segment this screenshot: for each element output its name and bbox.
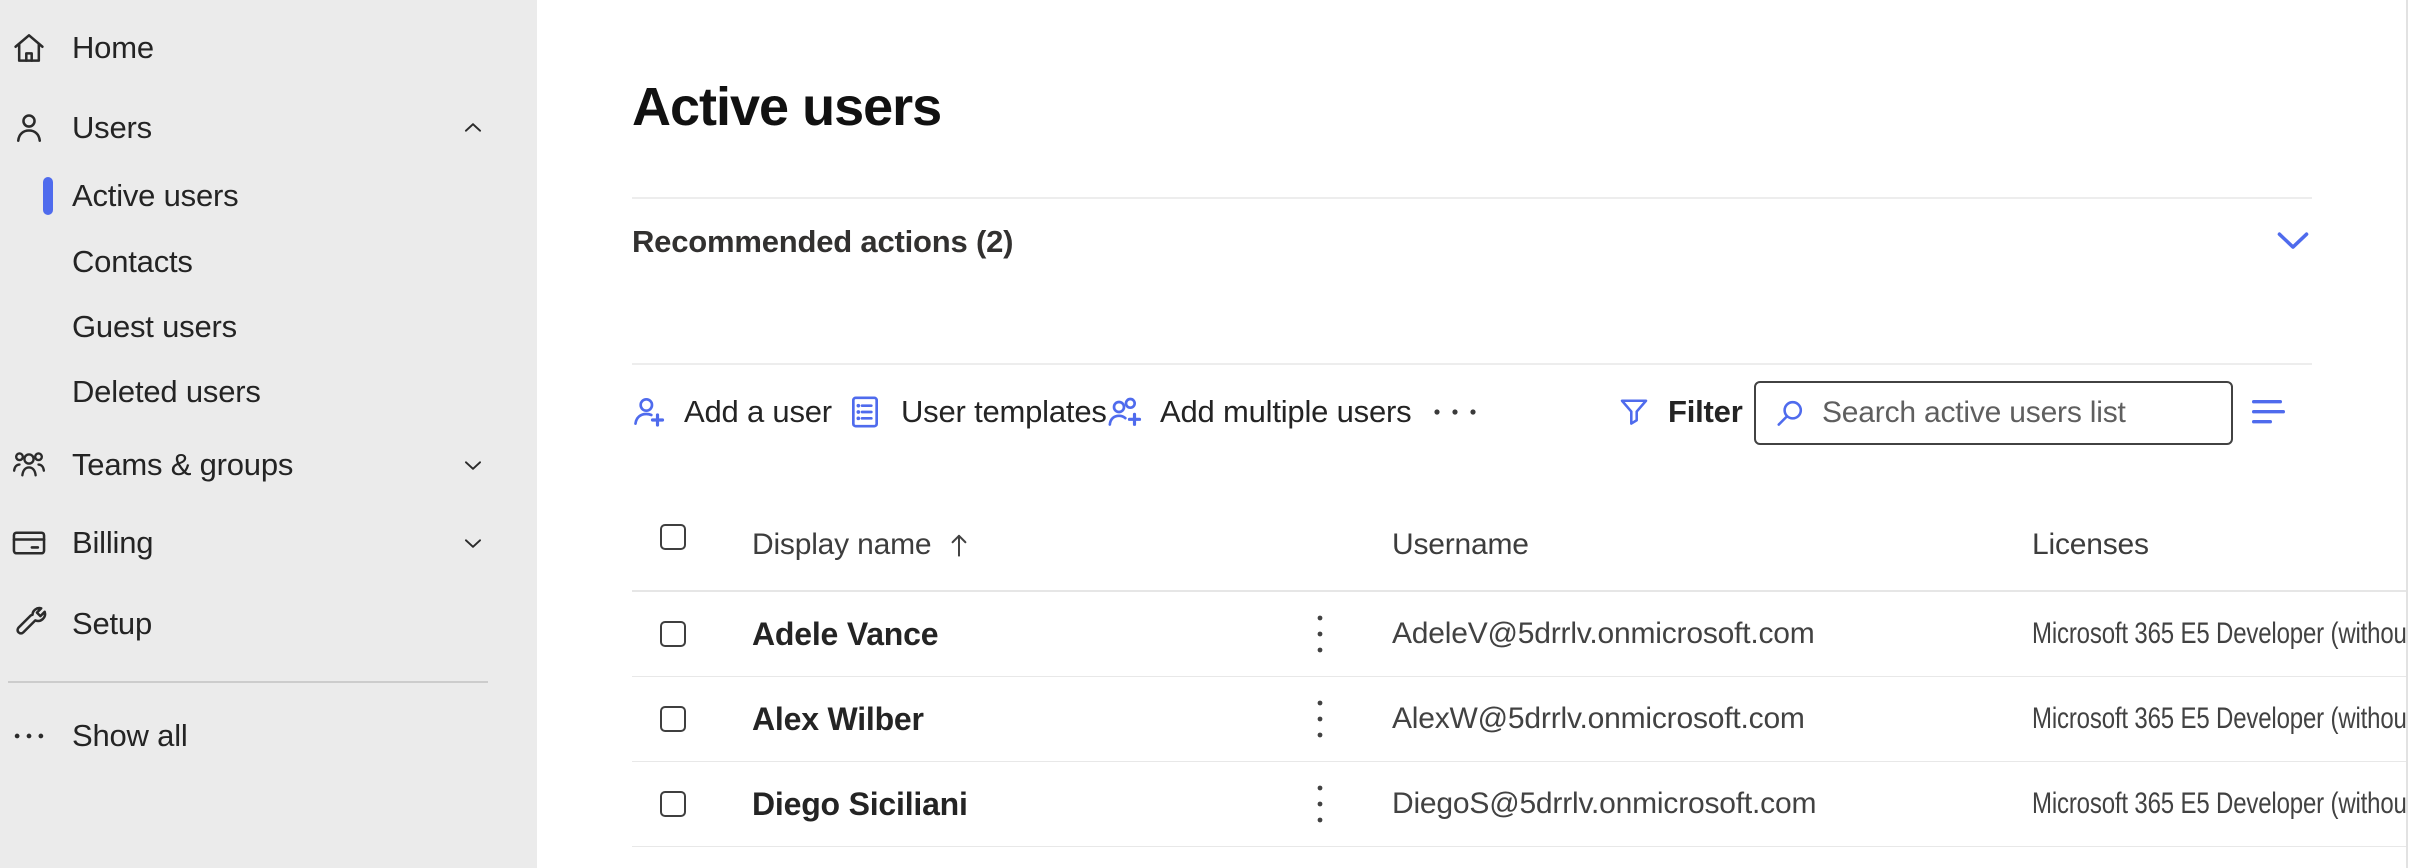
active-users-table: Display name Username Licenses Adele Van… <box>632 500 2408 847</box>
user-templates-button[interactable]: User templates <box>845 380 1107 444</box>
chevron-down-icon <box>460 452 486 478</box>
row-more-actions-icon[interactable] <box>1304 592 1336 676</box>
sidebar-item-guest-users[interactable]: Guest users <box>0 296 537 358</box>
credit-card-icon <box>10 524 48 562</box>
user-licenses: Microsoft 365 E5 Developer (withou <box>2032 677 2406 761</box>
sidebar-item-setup[interactable]: Setup <box>0 593 537 655</box>
search-box <box>1754 381 2233 445</box>
row-more-actions-icon[interactable] <box>1304 762 1336 846</box>
toolbar-overflow-button[interactable] <box>1428 380 1482 444</box>
column-header-licenses[interactable]: Licenses <box>2032 500 2149 590</box>
user-templates-label: User templates <box>901 394 1107 430</box>
template-list-icon <box>845 392 885 432</box>
add-user-button[interactable]: Add a user <box>628 380 832 444</box>
table-row: Alex Wilber AlexW@5drrlv.onmicrosoft.com… <box>632 677 2408 762</box>
add-multiple-users-label: Add multiple users <box>1160 394 1411 430</box>
sidebar-item-contacts[interactable]: Contacts <box>0 231 537 293</box>
table-row: Adele Vance AdeleV@5drrlv.onmicrosoft.co… <box>632 592 2408 677</box>
row-more-actions-icon[interactable] <box>1304 677 1336 761</box>
row-checkbox[interactable] <box>660 791 686 817</box>
sidebar-item-label: Home <box>72 30 154 66</box>
sidebar-item-label: Show all <box>72 718 188 754</box>
sidebar-item-show-all[interactable]: Show all <box>0 705 537 767</box>
column-header-username[interactable]: Username <box>1392 500 1529 590</box>
filter-label: Filter <box>1668 394 1743 430</box>
chevron-up-icon <box>460 115 486 141</box>
row-checkbox[interactable] <box>660 706 686 732</box>
sidebar-item-home[interactable]: Home <box>0 17 537 79</box>
sidebar: Home Users Active users Contacts Guest u <box>0 0 537 868</box>
sidebar-item-users[interactable]: Users <box>0 97 537 159</box>
m365-admin-active-users-screen: Home Users Active users Contacts Guest u <box>0 0 2412 868</box>
sidebar-item-label: Contacts <box>72 244 193 280</box>
sidebar-divider <box>8 681 488 683</box>
sidebar-item-label: Teams & groups <box>72 447 293 483</box>
user-display-name[interactable]: Alex Wilber <box>752 677 924 761</box>
sidebar-item-billing[interactable]: Billing <box>0 512 537 574</box>
sidebar-item-active-users[interactable]: Active users <box>0 165 537 227</box>
licenses-header-label: Licenses <box>2032 528 2149 562</box>
add-multiple-users-button[interactable]: Add multiple users <box>1104 380 1411 444</box>
ellipsis-icon <box>10 717 48 755</box>
page-title: Active users <box>632 76 941 138</box>
display-name-header-label: Display name <box>752 528 931 562</box>
sidebar-item-label: Billing <box>72 525 153 561</box>
home-icon <box>10 29 48 67</box>
row-checkbox[interactable] <box>660 621 686 647</box>
list-options-icon[interactable] <box>2250 393 2292 431</box>
chevron-down-icon <box>460 530 486 556</box>
table-header-row: Display name Username Licenses <box>632 500 2408 592</box>
section-divider <box>632 363 2312 365</box>
table-row: Diego Siciliani DiegoS@5drrlv.onmicrosof… <box>632 762 2408 847</box>
sidebar-item-label: Deleted users <box>72 374 261 410</box>
people-add-icon <box>1104 392 1144 432</box>
person-icon <box>10 109 48 147</box>
filter-button[interactable]: Filter <box>1616 380 1743 444</box>
user-username: AlexW@5drrlv.onmicrosoft.com <box>1392 677 1805 761</box>
person-add-icon <box>628 392 668 432</box>
user-display-name[interactable]: Adele Vance <box>752 592 938 676</box>
user-username: AdeleV@5drrlv.onmicrosoft.com <box>1392 592 1815 676</box>
filter-funnel-icon <box>1616 394 1652 430</box>
add-user-label: Add a user <box>684 394 832 430</box>
user-username: DiegoS@5drrlv.onmicrosoft.com <box>1392 762 1816 846</box>
sidebar-item-label: Users <box>72 110 152 146</box>
select-all-checkbox[interactable] <box>660 524 686 550</box>
sidebar-item-teams-groups[interactable]: Teams & groups <box>0 434 537 496</box>
wrench-icon <box>10 605 48 643</box>
search-icon <box>1772 395 1808 431</box>
sidebar-item-label: Active users <box>72 178 238 214</box>
section-divider <box>632 197 2312 199</box>
scroll-edge-divider <box>2406 0 2408 868</box>
column-header-display-name[interactable]: Display name <box>752 500 973 590</box>
user-licenses: Microsoft 365 E5 Developer (withou <box>2032 762 2406 846</box>
search-input[interactable] <box>1820 395 2204 431</box>
username-header-label: Username <box>1392 528 1529 562</box>
recommended-actions-heading: Recommended actions (2) <box>632 224 1013 260</box>
sort-ascending-icon <box>945 530 973 560</box>
user-display-name[interactable]: Diego Siciliani <box>752 762 968 846</box>
sidebar-item-deleted-users[interactable]: Deleted users <box>0 361 537 423</box>
sidebar-item-label: Setup <box>72 606 152 642</box>
people-icon <box>10 446 48 484</box>
sidebar-item-label: Guest users <box>72 309 237 345</box>
more-horizontal-icon <box>1429 402 1481 422</box>
user-licenses: Microsoft 365 E5 Developer (withou <box>2032 592 2406 676</box>
recommended-actions-expand-chevron-icon[interactable] <box>2274 224 2312 256</box>
